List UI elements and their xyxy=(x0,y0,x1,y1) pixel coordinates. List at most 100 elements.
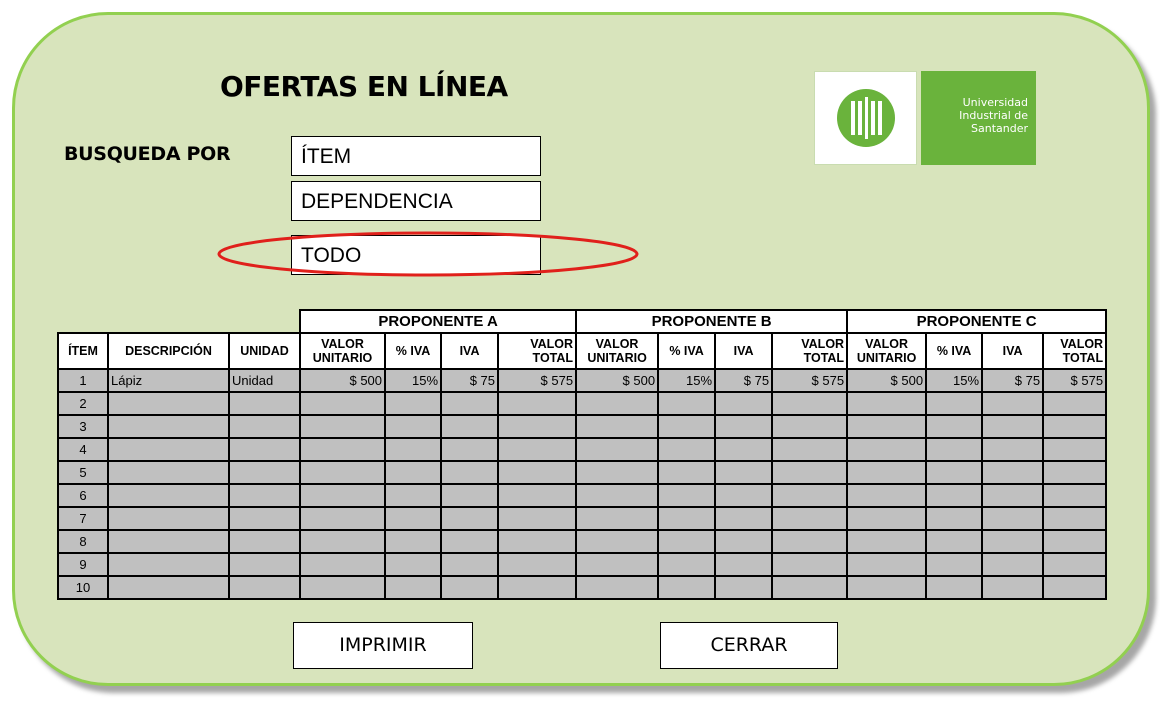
cell-a-1 xyxy=(299,575,387,600)
cell-a-2 xyxy=(384,529,443,554)
column-header-a-1: VALOR UNITARIO xyxy=(299,332,387,370)
cell-a-2 xyxy=(384,552,443,577)
table-body: 1 Lápiz Unidad $ 500 15% $ 75 $ 575 $ 500 15% $ 7… xyxy=(57,368,1108,600)
table-row: 6 xyxy=(57,483,1108,508)
cell-item: 9 xyxy=(57,552,109,577)
cell-c-3 xyxy=(981,460,1045,485)
cell-b-2 xyxy=(657,460,717,485)
cell-b-2 xyxy=(657,483,717,508)
cell-a-3: $ 75 xyxy=(440,368,500,393)
cell-b-1 xyxy=(575,575,660,600)
group-header-proponente-a: PROPONENTE A xyxy=(299,309,578,334)
search-by-label: BUSQUEDA POR xyxy=(64,143,231,165)
cell-b-4 xyxy=(771,483,849,508)
cell-a-3 xyxy=(440,506,500,531)
cell-item: 5 xyxy=(57,460,109,485)
cell-a-1 xyxy=(299,506,387,531)
cell-a-2: 15% xyxy=(384,368,443,393)
cell-a-3 xyxy=(440,529,500,554)
table-row: 3 xyxy=(57,414,1108,439)
cell-c-4 xyxy=(1042,483,1108,508)
cell-b-2 xyxy=(657,414,717,439)
cell-c-1 xyxy=(846,483,928,508)
print-button[interactable]: IMPRIMIR xyxy=(293,622,473,669)
cell-b-4 xyxy=(771,391,849,416)
table-corner-blank xyxy=(58,310,300,333)
cell-b-3 xyxy=(714,391,774,416)
column-header-c-1: VALOR UNITARIO xyxy=(846,332,928,370)
cell-c-4 xyxy=(1042,506,1108,531)
cell-c-2: 15% xyxy=(925,368,984,393)
cell-c-1 xyxy=(846,460,928,485)
cell-b-3: $ 75 xyxy=(714,368,774,393)
cell-c-4 xyxy=(1042,529,1108,554)
cell-a-3 xyxy=(440,483,500,508)
cell-b-2 xyxy=(657,529,717,554)
cell-c-4 xyxy=(1042,437,1108,462)
cell-c-3: $ 75 xyxy=(981,368,1045,393)
cell-c-3 xyxy=(981,552,1045,577)
university-name: Universidad Industrial de Santander xyxy=(921,71,1036,165)
cell-a-1 xyxy=(299,437,387,462)
cell-b-4 xyxy=(771,575,849,600)
cell-a-2 xyxy=(384,391,443,416)
cell-a-4 xyxy=(497,460,578,485)
close-button[interactable]: CERRAR xyxy=(660,622,838,669)
group-header-proponente-c: PROPONENTE C xyxy=(846,309,1108,334)
logo-line-1: Universidad xyxy=(962,96,1028,109)
cell-c-4 xyxy=(1042,460,1108,485)
cell-c-2 xyxy=(925,575,984,600)
cell-b-4 xyxy=(771,552,849,577)
cell-c-2 xyxy=(925,391,984,416)
cell-b-1: $ 500 xyxy=(575,368,660,393)
cell-descripcion xyxy=(107,506,230,531)
cell-b-3 xyxy=(714,575,774,600)
cell-a-1 xyxy=(299,391,387,416)
cell-b-2: 15% xyxy=(657,368,717,393)
table-row: 9 xyxy=(57,552,1108,577)
cell-c-2 xyxy=(925,506,984,531)
cell-b-1 xyxy=(575,414,660,439)
cell-a-1 xyxy=(299,460,387,485)
cell-a-2 xyxy=(384,460,443,485)
cell-a-3 xyxy=(440,460,500,485)
offers-table: PROPONENTE A PROPONENTE B PROPONENTE C Í… xyxy=(57,309,1108,600)
cell-a-4 xyxy=(497,529,578,554)
cell-c-3 xyxy=(981,414,1045,439)
cell-unidad: Unidad xyxy=(227,368,302,393)
search-option-todo-button[interactable]: TODO xyxy=(291,235,541,275)
cell-a-4 xyxy=(497,391,578,416)
cell-a-4 xyxy=(497,552,578,577)
cell-c-2 xyxy=(925,483,984,508)
cell-b-4 xyxy=(771,506,849,531)
column-header-b-2: % IVA xyxy=(657,332,717,370)
cell-b-2 xyxy=(657,391,717,416)
cell-c-3 xyxy=(981,575,1045,600)
cell-a-3 xyxy=(440,552,500,577)
cell-item: 8 xyxy=(57,529,109,554)
cell-c-3 xyxy=(981,529,1045,554)
cell-unidad xyxy=(227,391,302,416)
cell-c-2 xyxy=(925,414,984,439)
cell-c-2 xyxy=(925,529,984,554)
column-header-descripcion: DESCRIPCIÓN xyxy=(107,332,230,370)
cell-c-1 xyxy=(846,506,928,531)
cell-b-3 xyxy=(714,529,774,554)
cell-c-3 xyxy=(981,506,1045,531)
cell-c-1 xyxy=(846,552,928,577)
cell-a-4 xyxy=(497,575,578,600)
cell-b-1 xyxy=(575,506,660,531)
cell-b-2 xyxy=(657,437,717,462)
search-option-dependencia-button[interactable]: DEPENDENCIA xyxy=(291,181,541,221)
cell-c-1 xyxy=(846,414,928,439)
cell-a-4 xyxy=(497,483,578,508)
column-header-item: ÍTEM xyxy=(57,332,109,370)
cell-unidad xyxy=(227,483,302,508)
cell-a-1 xyxy=(299,552,387,577)
search-option-item-button[interactable]: ÍTEM xyxy=(291,136,541,176)
cell-b-2 xyxy=(657,575,717,600)
column-header-a-3: IVA xyxy=(440,332,500,370)
cell-a-1 xyxy=(299,414,387,439)
cell-a-3 xyxy=(440,437,500,462)
cell-b-1 xyxy=(575,552,660,577)
